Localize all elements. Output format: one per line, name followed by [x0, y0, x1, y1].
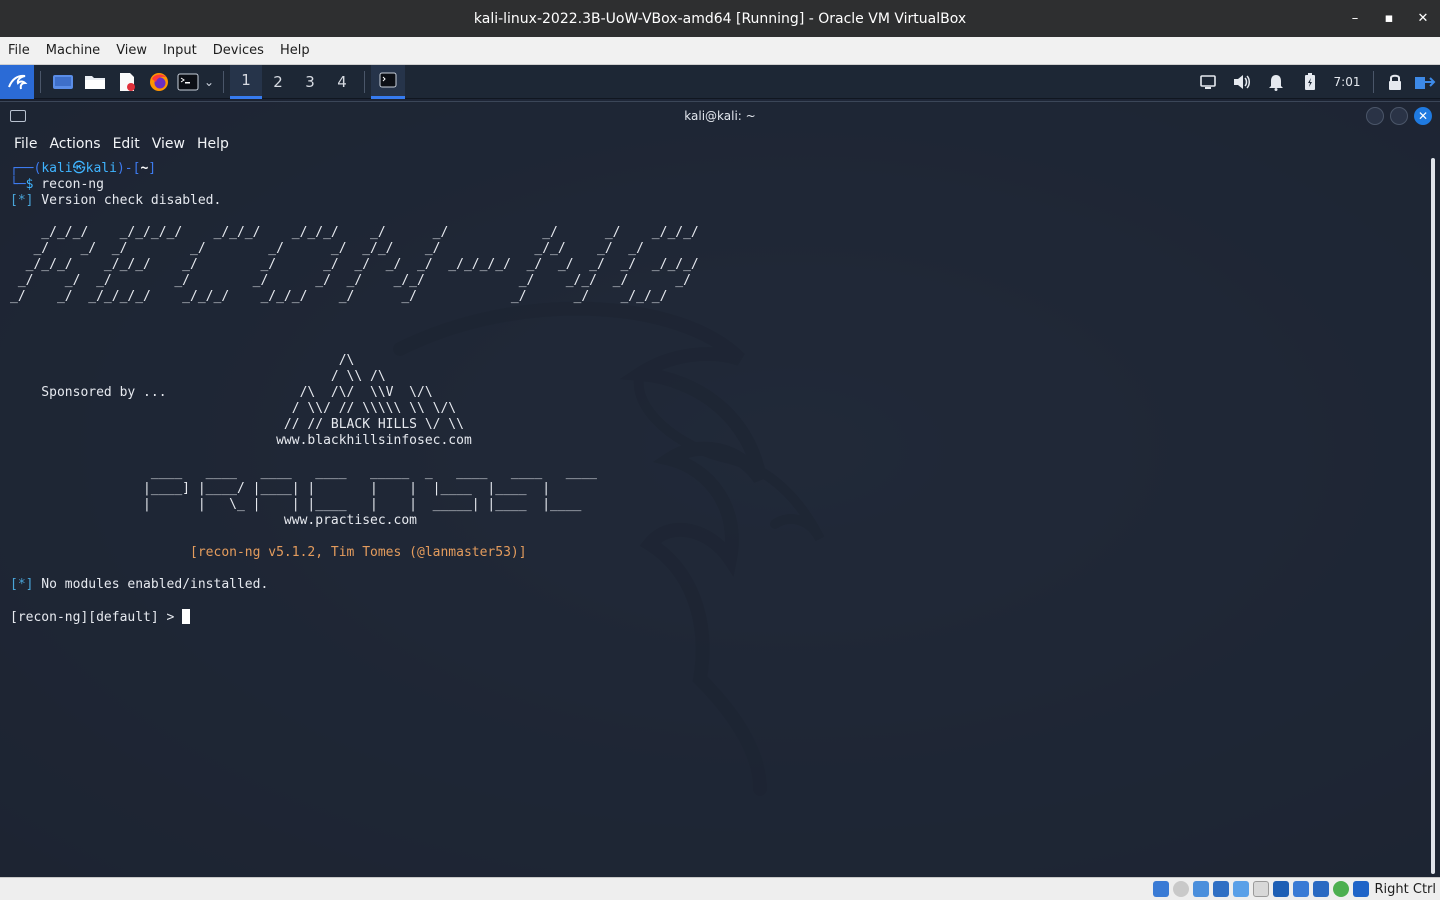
workspace-4[interactable]: 4	[326, 65, 358, 99]
vbox-menu-file[interactable]: File	[0, 37, 38, 65]
text-cursor	[182, 609, 191, 624]
terminal-menu-view[interactable]: View	[146, 136, 191, 152]
keyboard-capture-icon[interactable]	[1352, 881, 1369, 897]
lock-screen-icon[interactable]	[1380, 65, 1410, 99]
sponsor-line: www.blackhillsinfosec.com	[10, 433, 472, 448]
terminal-menu-file[interactable]: File	[8, 136, 43, 152]
logout-icon[interactable]	[1410, 65, 1440, 99]
notification-bell-icon[interactable]	[1259, 65, 1293, 99]
terminal-menu-edit[interactable]: Edit	[107, 136, 146, 152]
vbox-statusbar: Right Ctrl	[0, 877, 1440, 900]
recording-icon[interactable]	[1292, 881, 1309, 897]
practisec-line: ____ ____ ____ ____ _____ _ ____ ____ __…	[10, 465, 597, 480]
desktop-icon	[53, 74, 73, 89]
text-editor-button[interactable]	[111, 65, 143, 99]
practisec-line: |____] |____/ |____| | | | |____ |____ |	[10, 481, 551, 496]
mouse-integration-icon[interactable]	[1332, 881, 1349, 897]
optical-drive-icon[interactable]	[1172, 881, 1189, 897]
banner-line: _/_/_/ _/_/_/_/ _/_/_/ _/_/_/ _/ _/ _/ _…	[10, 225, 699, 240]
vbox-titlebar: kali-linux-2022.3B-UoW-VBox-amd64 [Runni…	[0, 0, 1440, 37]
banner-line: _/ _/ _/ _/ _/ _/ _/ _/_/ _/ _/_/ _/ _/	[10, 273, 699, 288]
firefox-button[interactable]	[143, 65, 175, 99]
network-icon[interactable]	[1212, 881, 1229, 897]
terminal-scrollbar[interactable]	[1430, 158, 1436, 874]
chevron-down-icon[interactable]: ⌄	[201, 65, 217, 99]
terminal-icon	[177, 73, 199, 90]
sponsor-line: /\	[10, 353, 355, 368]
version-check-line: [*] Version check disabled.	[10, 193, 222, 208]
host-key-label: Right Ctrl	[1374, 881, 1437, 897]
audio-icon[interactable]	[1192, 881, 1209, 897]
maximize-button[interactable]: ▪	[1372, 0, 1406, 37]
close-button[interactable]: ✕	[1406, 0, 1440, 37]
vbox-menu-view[interactable]: View	[108, 37, 155, 65]
terminal-maximize-button[interactable]	[1390, 107, 1408, 125]
practisec-line: www.practisec.com	[10, 513, 417, 528]
recon-prompt-line[interactable]: [recon-ng][default] >	[10, 609, 1418, 625]
panel-clock[interactable]: 7:01	[1327, 65, 1367, 99]
file-manager-button[interactable]	[79, 65, 111, 99]
sponsor-line: Sponsored by ... /\ /\/ \\V \/\	[10, 385, 433, 400]
terminal-titlebar[interactable]: kali@kali: ~ ✕	[0, 102, 1440, 130]
shared-folders-icon[interactable]	[1252, 881, 1269, 897]
terminal-menu-actions[interactable]: Actions	[43, 136, 106, 152]
vbox-menu-devices[interactable]: Devices	[205, 37, 272, 65]
kali-dragon-icon	[8, 74, 28, 89]
terminal-title: kali@kali: ~	[684, 109, 756, 123]
firefox-icon	[150, 72, 168, 91]
usb-icon[interactable]	[1232, 881, 1249, 897]
terminal-icon	[379, 72, 397, 88]
taskbar-terminal-window[interactable]	[371, 64, 405, 99]
hard-disk-icon[interactable]	[1152, 881, 1169, 897]
prompt-line-2: └─$ recon-ng	[10, 177, 104, 192]
terminal-menu-help[interactable]: Help	[191, 136, 235, 152]
terminal-minimize-button[interactable]	[1366, 107, 1384, 125]
show-desktop-button[interactable]	[47, 65, 79, 99]
kali-menu-button[interactable]	[0, 64, 34, 99]
recon-prompt: [recon-ng][default] >	[10, 610, 183, 625]
sponsor-line: / \\/ // \\\\\ \\ \/\	[10, 401, 457, 416]
volume-icon[interactable]	[1225, 65, 1259, 99]
display-icon[interactable]	[1191, 65, 1225, 99]
modules-line: [*] No modules enabled/installed.	[10, 577, 269, 592]
workspace-3[interactable]: 3	[294, 65, 326, 99]
terminal-menubar: File Actions Edit View Help	[0, 130, 1440, 158]
workspace-2[interactable]: 2	[262, 65, 294, 99]
vbox-menu-input[interactable]: Input	[155, 37, 205, 65]
cpu-icon[interactable]	[1312, 881, 1329, 897]
terminal-window[interactable]: kali@kali: ~ ✕ File Actions Edit View He…	[0, 101, 1440, 877]
terminal-output[interactable]: ┌──(kali㉿kali)-[~] └─$ recon-ng [*] Versio…	[0, 158, 1428, 876]
banner-line: _/ _/ _/_/_/_/ _/_/_/ _/_/_/ _/ _/ _/ _/…	[10, 289, 699, 304]
terminal-close-button[interactable]: ✕	[1414, 107, 1432, 125]
text-editor-icon	[120, 72, 135, 91]
minimize-button[interactable]: –	[1338, 0, 1372, 37]
sponsor-line: / \\ /\	[10, 369, 386, 384]
banner-line: _/_/_/ _/_/_/ _/ _/ _/ _/ _/ _/ _/_/_/_/…	[10, 257, 699, 272]
banner-line: _/ _/ _/ _/ _/ _/ _/_/ _/ _/_/ _/ _/	[10, 241, 699, 256]
vbox-menubar: File Machine View Input Devices Help	[0, 37, 1440, 65]
window-title: kali-linux-2022.3B-UoW-VBox-amd64 [Runni…	[473, 10, 967, 27]
terminal-launcher-button[interactable]	[175, 65, 201, 99]
vbox-menu-machine[interactable]: Machine	[38, 37, 108, 65]
practisec-line: | | \_ | | |____ | | _____| |____ |____	[10, 497, 582, 512]
kali-panel: ⌄ 1 2 3 4 7:01	[0, 64, 1440, 99]
display-status-icon[interactable]	[1272, 881, 1289, 897]
terminal-window-icon	[10, 110, 26, 122]
vbox-menu-help[interactable]: Help	[272, 37, 318, 65]
battery-icon[interactable]	[1293, 65, 1327, 99]
workspace-1[interactable]: 1	[230, 64, 262, 99]
sponsor-line: // // BLACK HILLS \/ \\	[10, 417, 464, 432]
folder-icon	[85, 75, 105, 89]
prompt-line-1: ┌──(kali㉿kali)-[~]	[10, 161, 157, 176]
version-info-line: [recon-ng v5.1.2, Tim Tomes (@lanmaster5…	[10, 545, 527, 560]
